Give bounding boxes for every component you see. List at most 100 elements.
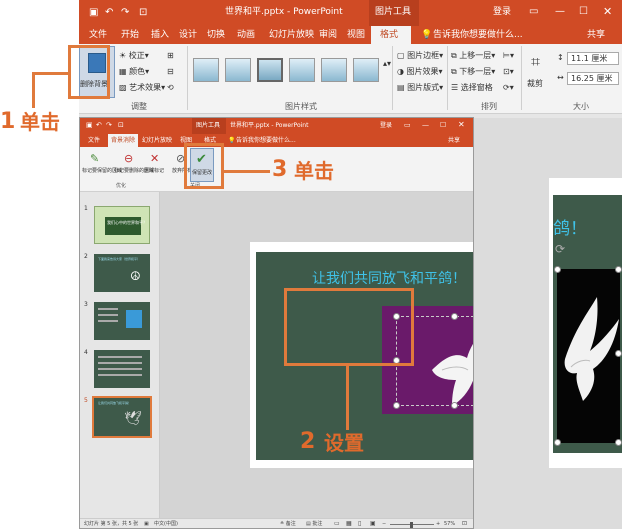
ribbon-display-icon[interactable]: ▭ — [529, 7, 538, 17]
sub-ribbon-display-icon[interactable]: ▭ — [404, 122, 411, 129]
marquee-handle[interactable] — [451, 313, 458, 320]
bring-forward-icon: ⧉ — [451, 51, 457, 60]
zoom-in-icon[interactable]: + — [436, 522, 440, 527]
status-bar: 幻灯片 第 5 张，共 5 张 ▣ 中文(中国) ≙ 备注 ▤ 批注 ▭ ▦ ▯… — [80, 518, 473, 528]
sorter-view-icon[interactable]: ▦ — [346, 521, 352, 527]
align-icon[interactable]: ⊨▾ — [503, 52, 514, 60]
tab-design[interactable]: 设计 — [179, 31, 197, 40]
tab-animations[interactable]: 动画 — [237, 31, 255, 40]
divider — [392, 46, 393, 110]
rotate-handle-icon[interactable]: ⟳ — [555, 243, 565, 255]
thumbnail-slide-4[interactable] — [94, 350, 150, 388]
share-button[interactable]: 共享 — [587, 31, 605, 40]
tab-format[interactable]: 格式 — [371, 26, 411, 44]
save-icon[interactable]: ▣ — [89, 8, 98, 18]
thumbnail-line — [98, 320, 118, 322]
sub-share-button[interactable]: 共享 — [448, 138, 460, 144]
start-from-beginning-icon[interactable]: ⊡ — [139, 8, 147, 18]
gallery-scroll-icon[interactable]: ▴▾ — [383, 60, 391, 68]
minimize-icon[interactable]: — — [555, 7, 565, 17]
corrections-button[interactable]: ☀ 校正▾ — [119, 52, 149, 60]
resize-handle[interactable] — [615, 266, 622, 273]
zoom-level[interactable]: 57% — [444, 522, 455, 527]
zoom-slider-thumb[interactable] — [410, 522, 413, 528]
tab-slideshow[interactable]: 幻灯片放映 — [269, 31, 314, 40]
main-slide-picture[interactable] — [557, 269, 620, 443]
delete-mark-button[interactable]: 删除标记 — [144, 169, 164, 174]
send-backward-button[interactable]: ⧉ 下移一层▾ — [451, 68, 495, 76]
group-icon[interactable]: ⊡▾ — [503, 68, 514, 76]
send-backward-label: 下移一层 — [459, 67, 492, 76]
tell-me-input[interactable]: 告诉我你想要做什么... — [433, 31, 523, 40]
marquee-handle[interactable] — [451, 402, 458, 409]
sub-minimize-icon[interactable]: — — [422, 122, 429, 129]
language-indicator[interactable]: 中文(中国) — [154, 522, 178, 527]
picture-style-thumb[interactable] — [353, 58, 379, 82]
thumbnail-slide-2[interactable]: 下面我来告诉大家（世界和平） ☮ — [94, 254, 150, 292]
sub-close-icon[interactable]: ✕ — [458, 121, 465, 129]
undo-icon[interactable]: ↶ — [105, 8, 113, 18]
redo-icon[interactable]: ↷ — [121, 8, 129, 18]
sub-tab-background-removal[interactable]: 背景消除 — [108, 134, 138, 147]
marquee-handle[interactable] — [393, 402, 400, 409]
artistic-effects-button[interactable]: ▨ 艺术效果▾ — [119, 84, 165, 92]
notes-button[interactable]: ≙ 备注 — [280, 522, 296, 527]
comments-button[interactable]: ▤ 批注 — [306, 522, 322, 527]
fit-slide-icon[interactable]: ⊡ — [462, 521, 467, 527]
thumbnail-slide-1[interactable]: 我们心中的世界和平？ — [94, 206, 150, 244]
picture-style-thumb[interactable] — [257, 58, 283, 82]
height-field[interactable]: 11.1 厘米 — [567, 52, 619, 65]
close-icon[interactable]: ✕ — [603, 6, 612, 17]
sub-tab-file[interactable]: 文件 — [88, 138, 100, 144]
picture-style-thumb[interactable] — [193, 58, 219, 82]
reset-picture-icon[interactable]: ⟲ — [167, 84, 174, 92]
width-field[interactable]: 16.25 厘米 — [567, 72, 619, 85]
change-picture-icon[interactable]: ⊟ — [167, 68, 174, 76]
spellcheck-icon[interactable]: ▣ — [144, 522, 149, 527]
send-backward-icon: ⧉ — [451, 67, 457, 76]
slide-counter: 幻灯片 第 5 张，共 5 张 — [84, 521, 139, 527]
sub-login-link[interactable]: 登录 — [380, 123, 392, 129]
normal-view-icon[interactable]: ▭ — [334, 521, 340, 527]
sub-save-icon[interactable]: ▣ — [86, 122, 93, 129]
sub-slideshow-icon[interactable]: ⊡ — [118, 122, 124, 129]
sub-redo-icon[interactable]: ↷ — [106, 122, 112, 129]
compress-icon[interactable]: ⊞ — [167, 52, 174, 60]
sub-tab-slideshow[interactable]: 幻灯片放映 — [142, 138, 172, 144]
crop-icon[interactable]: ⌗ — [531, 54, 540, 70]
crop-button[interactable]: 裁剪 — [527, 80, 543, 88]
picture-effects-button[interactable]: ◑ 图片效果▾ — [397, 68, 443, 76]
picture-border-button[interactable]: ▢ 图片边框▾ — [397, 52, 443, 60]
tab-home[interactable]: 开始 — [121, 31, 139, 40]
slideshow-view-icon[interactable]: ▣ — [370, 521, 376, 527]
selection-pane-button[interactable]: ☰ 选择窗格 — [451, 84, 493, 92]
tab-insert[interactable]: 插入 — [151, 31, 169, 40]
thumbnail-slide-5[interactable]: 让我们共同放飞和平鸽！ 🕊 — [92, 396, 152, 438]
tab-view[interactable]: 视图 — [347, 31, 365, 40]
login-link[interactable]: 登录 — [493, 8, 511, 17]
resize-handle[interactable] — [554, 439, 561, 446]
resize-handle[interactable] — [615, 439, 622, 446]
zoom-out-icon[interactable]: − — [382, 522, 386, 527]
delete-mark-icon: ✕ — [150, 152, 160, 165]
bring-forward-button[interactable]: ⧉ 上移一层▾ — [451, 52, 495, 60]
sub-maximize-icon[interactable]: ☐ — [440, 122, 446, 129]
reading-view-icon[interactable]: ▯ — [358, 521, 361, 527]
tab-transitions[interactable]: 切换 — [207, 31, 225, 40]
tab-file[interactable]: 文件 — [89, 31, 107, 40]
maximize-icon[interactable]: ☐ — [579, 7, 588, 17]
resize-handle[interactable] — [554, 266, 561, 273]
callout-connector — [32, 72, 68, 75]
picture-style-thumb[interactable] — [321, 58, 347, 82]
picture-style-thumb[interactable] — [225, 58, 251, 82]
sub-tell-me-input[interactable]: 告诉我你想要做什么... — [236, 138, 296, 144]
picture-style-thumb[interactable] — [289, 58, 315, 82]
width-icon: ↔ — [557, 73, 564, 82]
sub-undo-icon[interactable]: ↶ — [96, 122, 102, 129]
color-button[interactable]: ▦ 颜色▾ — [119, 68, 149, 76]
rotate-icon[interactable]: ⟳▾ — [503, 84, 514, 92]
tab-review[interactable]: 审阅 — [319, 31, 337, 40]
thumbnail-slide-3[interactable] — [94, 302, 150, 340]
resize-handle[interactable] — [615, 350, 622, 357]
picture-layout-button[interactable]: ▤ 图片版式▾ — [397, 84, 443, 92]
